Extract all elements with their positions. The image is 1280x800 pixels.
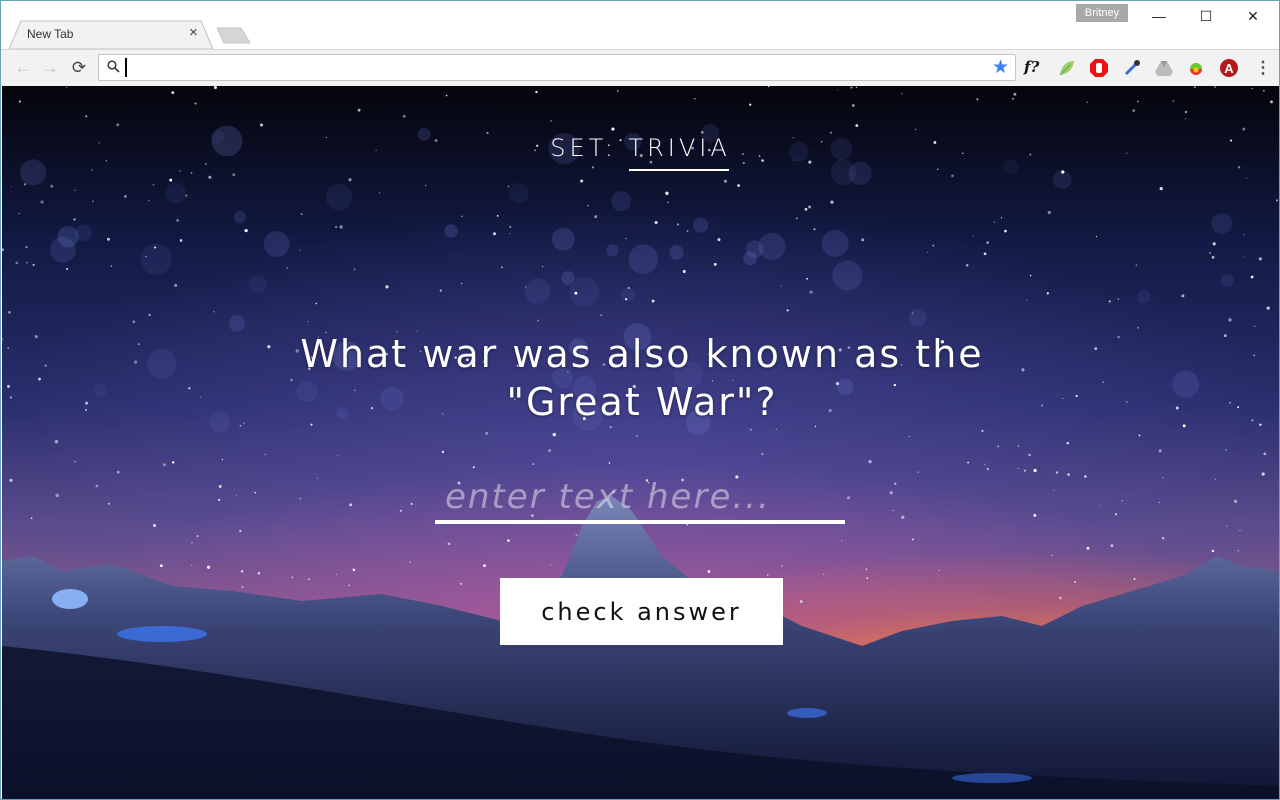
new-tab-button[interactable] <box>217 27 251 44</box>
forward-button[interactable]: → <box>38 56 62 80</box>
browser-menu-icon[interactable]: ⋮ <box>1253 58 1273 78</box>
google-drive-extension-icon[interactable] <box>1154 58 1174 78</box>
back-button[interactable]: ← <box>11 56 35 80</box>
answer-input[interactable] <box>435 474 845 524</box>
check-answer-button[interactable]: check answer <box>500 578 783 645</box>
search-icon <box>107 60 120 73</box>
adblock-extension-icon[interactable] <box>1089 58 1109 78</box>
browser-toolbar: ← → ⟳ ★ f? A ⋮ <box>1 49 1279 86</box>
tab-new-tab[interactable]: New Tab × <box>9 20 214 49</box>
eyedropper-extension-icon[interactable] <box>1122 58 1142 78</box>
leaf-extension-icon[interactable] <box>1057 58 1077 78</box>
close-window-button[interactable]: ✕ <box>1230 3 1276 29</box>
minimize-button[interactable]: — <box>1136 3 1182 29</box>
reload-button[interactable]: ⟳ <box>67 56 91 80</box>
red-a-plus-extension-icon[interactable]: A <box>1219 58 1239 78</box>
browser-window: New Tab × Britney — ☐ ✕ ← → ⟳ ★ f? A ⋮ S… <box>0 0 1280 800</box>
maximize-button[interactable]: ☐ <box>1183 3 1229 29</box>
close-tab-icon[interactable]: × <box>189 24 198 41</box>
color-wheel-extension-icon[interactable] <box>1186 58 1206 78</box>
question-text: What war was also known as the "Great Wa… <box>300 332 984 424</box>
omnibox[interactable]: ★ <box>98 54 1016 81</box>
font-identifier-extension-icon[interactable]: f? <box>1024 58 1044 78</box>
svg-text:A: A <box>1224 61 1234 76</box>
set-underline[interactable] <box>629 169 729 171</box>
new-tab-page: SET: TRIVIA What war was also known as t… <box>2 86 1279 799</box>
profile-badge[interactable]: Britney <box>1076 4 1128 22</box>
address-input[interactable] <box>125 58 979 77</box>
set-label: SET: TRIVIA <box>550 134 731 162</box>
mountain-background <box>2 496 1279 799</box>
bookmark-star-icon[interactable]: ★ <box>992 56 1009 79</box>
title-bar: New Tab × Britney — ☐ ✕ <box>1 1 1279 49</box>
tab-title: New Tab <box>27 27 74 41</box>
